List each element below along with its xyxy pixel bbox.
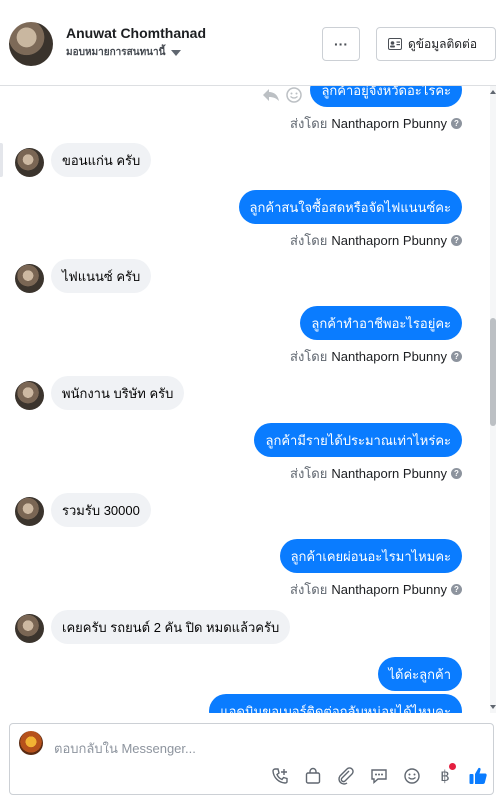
outgoing-message[interactable]: ลูกค้ามีรายได้ประมาณเท่าไหร่คะ [254,423,462,457]
incoming-message[interactable]: ไฟแนนซ์ ครับ [51,259,152,293]
conversation-header: Anuwat Chomthanad มอบหมายการสนทนานี้ ···… [0,0,496,86]
sent-by-prefix: ส่งโดย [290,233,328,248]
contact-card-icon [388,38,402,50]
chevron-down-icon [171,50,182,56]
reply-icon[interactable] [262,87,280,103]
sender-name: Nanthaporn Pbunny [331,233,447,248]
sent-by-line: ส่งโดย Nanthaporn Pbunny ? [290,346,462,367]
chat-icon[interactable] [369,766,389,786]
info-icon[interactable]: ? [451,584,462,595]
contact-avatar-small [15,614,44,643]
outgoing-message[interactable]: ได้ค่ะลูกค้า [377,657,462,691]
reply-input[interactable]: ตอบกลับใน Messenger... [54,738,196,759]
thread-scrollbar[interactable] [490,86,496,713]
info-icon[interactable]: ? [451,118,462,129]
bag-icon[interactable] [303,766,323,786]
sender-name: Nanthaporn Pbunny [331,116,447,131]
phone-add-icon[interactable] [270,766,290,786]
incoming-message[interactable]: เคยครับ รถยนต์ 2 คัน ปิด หมดแล้วครับ [51,610,291,644]
contact-avatar-small [15,381,44,410]
scroll-up-arrow-icon[interactable] [490,90,496,94]
outgoing-message[interactable]: ลูกค้าสนใจซื้อสดหรือจัดไฟแนนซ์คะ [238,190,462,224]
sent-by-prefix: ส่งโดย [290,116,328,131]
panel-edge [0,143,3,177]
contact-avatar-small [15,264,44,293]
incoming-message[interactable]: พนักงาน บริษัท ครับ [51,376,185,410]
contact-avatar[interactable] [9,22,53,66]
contact-avatar-small [15,497,44,526]
outgoing-message[interactable]: ลูกค้าทำอาชีพอะไรอยู่คะ [300,306,462,340]
more-options-button[interactable]: ··· [322,27,360,61]
sender-name: Nanthaporn Pbunny [331,349,447,364]
sent-by-prefix: ส่งโดย [290,582,328,597]
notification-dot [449,763,456,770]
incoming-message[interactable]: ขอนแก่น ครับ [51,143,152,177]
sender-name: Nanthaporn Pbunny [331,582,447,597]
sent-by-line: ส่งโดย Nanthaporn Pbunny ? [290,230,462,251]
composer-toolbar: ฿ [270,763,488,786]
scroll-down-arrow-icon[interactable] [490,705,496,709]
outgoing-message[interactable]: ลูกค้าอยู่จังหวัดอะไรคะ [310,86,462,107]
message-actions [262,87,302,103]
sender-name: Nanthaporn Pbunny [331,466,447,481]
thumbs-up-icon[interactable] [468,766,488,786]
reply-composer[interactable]: ตอบกลับใน Messenger... ฿ [9,723,494,795]
sent-by-line: ส่งโดย Nanthaporn Pbunny ? [290,113,462,134]
sent-by-line: ส่งโดย Nanthaporn Pbunny ? [290,579,462,600]
incoming-message[interactable]: รวมรับ 30000 [51,493,151,527]
info-icon[interactable]: ? [451,351,462,362]
view-contact-label: ดูข้อมูลติดต่อ [408,36,478,51]
emoji-icon[interactable] [286,87,302,103]
scroll-thumb[interactable] [490,318,496,426]
contact-name[interactable]: Anuwat Chomthanad [66,25,206,41]
assign-label: มอบหมายการสนทนานี้ [66,47,166,58]
info-icon[interactable]: ? [451,235,462,246]
sent-by-prefix: ส่งโดย [290,349,328,364]
view-contact-button[interactable]: ดูข้อมูลติดต่อ [376,27,496,61]
message-thread[interactable]: ลูกค้าอยู่จังหวัดอะไรคะ ส่งโดย Nanthapor… [0,86,496,713]
baht-icon[interactable]: ฿ [435,763,456,786]
paperclip-icon[interactable] [336,766,356,786]
smiley-icon[interactable] [402,766,422,786]
assign-conversation-dropdown[interactable]: มอบหมายการสนทนานี้ [66,45,182,60]
sent-by-line: ส่งโดย Nanthaporn Pbunny ? [290,463,462,484]
info-icon[interactable]: ? [451,468,462,479]
sent-by-prefix: ส่งโดย [290,466,328,481]
outgoing-message[interactable]: แอดมินขอเบอร์ติดต่อกลับหน่อยได้ไหมคะ [209,694,462,713]
page-avatar [19,731,43,755]
outgoing-message[interactable]: ลูกค้าเคยผ่อนอะไรมาไหมคะ [279,539,462,573]
contact-avatar-small [15,148,44,177]
